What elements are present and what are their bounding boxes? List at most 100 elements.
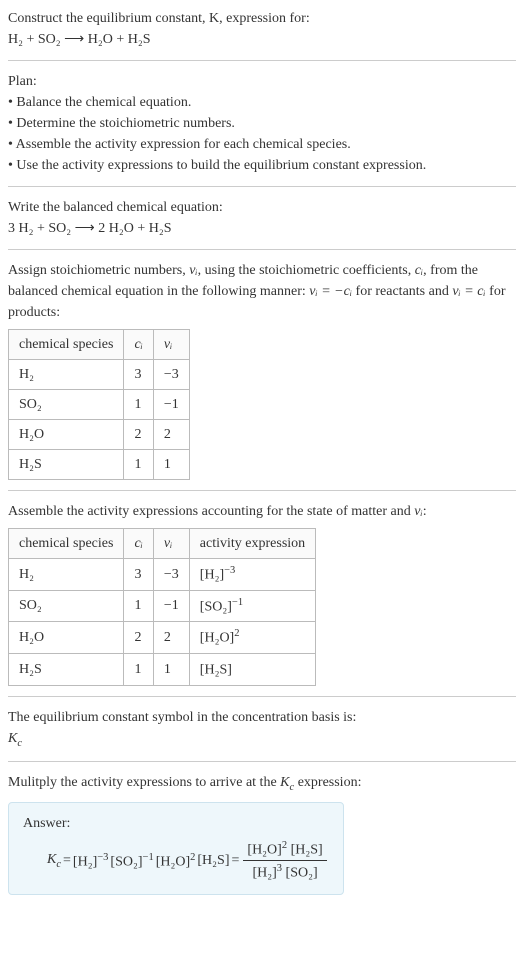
cell-ci: 1 [124,450,153,480]
cell-species: H₂S [9,450,124,480]
plan-section: Plan: • Balance the chemical equation. •… [8,71,516,176]
ae-exp: −1 [232,597,243,608]
cell-activity: [H₂S] [189,653,315,685]
base: [SO₂] [286,866,318,881]
divider [8,186,516,187]
plan-heading: Plan: [8,71,516,92]
cell-nui: −1 [153,390,189,420]
divider [8,60,516,61]
kc-k: K [8,731,17,746]
ae-base: [H₂O] [200,631,234,646]
cell-nui: 1 [153,450,189,480]
cell-species: H₂O [9,622,124,654]
table-row: SO₂ 1 −1 [SO₂]−1 [9,590,316,622]
ae-base: [H₂] [200,568,224,583]
intro-section: Construct the equilibrium constant, K, e… [8,8,516,50]
exp: 2 [282,840,287,851]
intro-line1: Construct the equilibrium constant, K, e… [8,8,516,29]
equals: = [232,850,240,871]
table-row: H₂ 3 −3 [9,360,190,390]
activity-table: chemical species cᵢ νᵢ activity expressi… [8,528,316,686]
kc-sub: c [17,737,22,748]
cell-activity: [SO₂]−1 [189,590,315,622]
multiply-section: Mulitply the activity expressions to arr… [8,772,516,895]
nu-i: νᵢ [414,504,422,519]
base: [H₂] [252,866,276,881]
cell-species: SO₂ [9,590,124,622]
base: [H₂O] [156,854,190,869]
table-row: H₂S 1 1 [9,450,190,480]
answer-label: Answer: [23,813,329,834]
equals: = [63,850,71,871]
exp: 2 [190,852,195,863]
col-nui: νᵢ [153,529,189,559]
col-ci: cᵢ [124,529,153,559]
kc-symbol: Kc [8,728,516,752]
divider [8,761,516,762]
base: [H₂] [73,854,97,869]
denominator: [H₂]3 [SO₂] [243,861,326,884]
cell-ci: 2 [124,622,153,654]
c-i: cᵢ [415,263,423,278]
kc-symbol-section: The equilibrium constant symbol in the c… [8,707,516,752]
text: for reactants and [352,284,452,299]
cell-species: H₂ [9,559,124,591]
kc-symbol-text: The equilibrium constant symbol in the c… [8,707,516,728]
ae-exp: −3 [224,565,235,576]
cell-nui: −1 [153,590,189,622]
cell-ci: 3 [124,360,153,390]
cell-activity: [H₂O]2 [189,622,315,654]
text: : [423,504,427,519]
text: Assign stoichiometric numbers, [8,263,189,278]
col-species: chemical species [9,330,124,360]
stoich-text: Assign stoichiometric numbers, νᵢ, using… [8,260,516,323]
text: expression: [294,775,361,790]
stoich-section: Assign stoichiometric numbers, νᵢ, using… [8,260,516,480]
base: [H₂O] [247,842,281,857]
answer-box: Answer: Kc = [H₂]−3 [SO₂]−1 [H₂O]2 [H₂S]… [8,802,344,895]
table-header-row: chemical species cᵢ νᵢ activity expressi… [9,529,316,559]
col-ci: cᵢ [124,330,153,360]
ae-exp: 2 [234,628,239,639]
col-species: chemical species [9,529,124,559]
cell-activity: [H₂]−3 [189,559,315,591]
divider [8,249,516,250]
term: [H₂S] [197,850,229,871]
cell-nui: −3 [153,559,189,591]
stoich-table: chemical species cᵢ νᵢ H₂ 3 −3 SO₂ 1 −1 … [8,329,190,480]
activity-section: Assemble the activity expressions accoun… [8,501,516,686]
fraction: [H₂O]2 [H₂S] [H₂]3 [SO₂] [243,838,326,884]
numerator: [H₂O]2 [H₂S] [243,838,326,862]
answer-equation: Kc = [H₂]−3 [SO₂]−1 [H₂O]2 [H₂S] = [H₂O]… [47,838,329,884]
rel2: νᵢ = cᵢ [452,284,485,299]
table-row: H₂ 3 −3 [H₂]−3 [9,559,316,591]
cell-nui: 2 [153,622,189,654]
plan-item: • Assemble the activity expression for e… [8,134,516,155]
activity-text: Assemble the activity expressions accoun… [8,501,516,522]
rel1: νᵢ = −cᵢ [309,284,352,299]
cell-species: SO₂ [9,390,124,420]
kc: Kc [47,849,61,873]
ae-base: [SO₂] [200,599,232,614]
kc-k: K [280,775,289,790]
kc-k: K [47,852,56,867]
text: Assemble the activity expressions accoun… [8,504,414,519]
cell-nui: 2 [153,420,189,450]
table-row: H₂O 2 2 [H₂O]2 [9,622,316,654]
cell-ci: 1 [124,590,153,622]
exp: −1 [143,852,154,863]
table-row: H₂S 1 1 [H₂S] [9,653,316,685]
intro-equation: H₂ + SO₂ ⟶ H₂O + H₂S [8,29,516,50]
term: [SO₂]−1 [110,850,153,873]
cell-species: H₂ [9,360,124,390]
col-activity: activity expression [189,529,315,559]
kc-sub: c [56,859,61,870]
term: [H₂]−3 [73,850,109,873]
term: [H₂O]2 [156,850,196,873]
text: Mulitply the activity expressions to arr… [8,775,280,790]
plan-item: • Balance the chemical equation. [8,92,516,113]
divider [8,696,516,697]
base: [SO₂] [110,854,142,869]
cell-species: H₂O [9,420,124,450]
cell-ci: 3 [124,559,153,591]
